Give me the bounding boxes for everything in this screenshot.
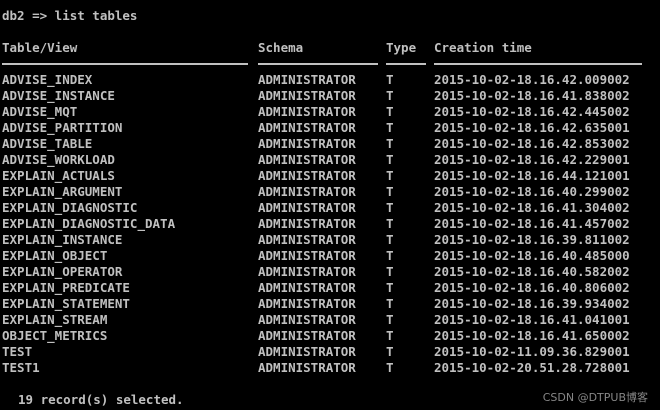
row-name: ADVISE_INDEX: [2, 72, 93, 87]
row-time: 2015-10-02-18.16.41.650002: [434, 328, 630, 343]
row-time: 2015-10-02-18.16.40.806002: [434, 280, 630, 295]
row-type: T: [386, 328, 394, 343]
row-name: EXPLAIN_PREDICATE: [2, 280, 130, 295]
row-schema: ADMINISTRATOR: [258, 328, 356, 343]
row-type: T: [386, 360, 394, 375]
row-name: ADVISE_TABLE: [2, 136, 93, 151]
row-time: 2015-10-02-11.09.36.829001: [434, 344, 630, 359]
header-schema: Schema: [258, 40, 304, 55]
row-time: 2015-10-02-18.16.40.582002: [434, 264, 630, 279]
row-name: EXPLAIN_DIAGNOSTIC: [2, 200, 138, 215]
row-schema: ADMINISTRATOR: [258, 232, 356, 247]
row-name: EXPLAIN_STATEMENT: [2, 296, 130, 311]
row-name: EXPLAIN_ACTUALS: [2, 168, 115, 183]
row-type: T: [386, 312, 394, 327]
row-name: TEST1: [2, 360, 40, 375]
row-type: T: [386, 248, 394, 263]
row-schema: ADMINISTRATOR: [258, 264, 356, 279]
row-type: T: [386, 216, 394, 231]
command-prompt: db2 => list tables: [2, 8, 138, 23]
header-creation-time: Creation time: [434, 40, 532, 55]
row-type: T: [386, 264, 394, 279]
row-name: EXPLAIN_STREAM: [2, 312, 108, 327]
row-type: T: [386, 184, 394, 199]
row-schema: ADMINISTRATOR: [258, 136, 356, 151]
row-time: 2015-10-02-18.16.41.457002: [434, 216, 630, 231]
row-time: 2015-10-02-18.16.39.811002: [434, 232, 630, 247]
separator-type: [386, 63, 426, 65]
row-name: ADVISE_WORKLOAD: [2, 152, 115, 167]
row-type: T: [386, 120, 394, 135]
row-time: 2015-10-02-18.16.42.009002: [434, 72, 630, 87]
row-type: T: [386, 296, 394, 311]
row-schema: ADMINISTRATOR: [258, 184, 356, 199]
row-time: 2015-10-02-18.16.41.304002: [434, 200, 630, 215]
row-time: 2015-10-02-18.16.42.229001: [434, 152, 630, 167]
row-name: EXPLAIN_INSTANCE: [2, 232, 123, 247]
row-type: T: [386, 104, 394, 119]
row-type: T: [386, 344, 394, 359]
row-schema: ADMINISTRATOR: [258, 72, 356, 87]
row-schema: ADMINISTRATOR: [258, 360, 356, 375]
row-type: T: [386, 280, 394, 295]
row-time: 2015-10-02-18.16.40.299002: [434, 184, 630, 199]
row-time: 2015-10-02-18.16.42.853002: [434, 136, 630, 151]
row-schema: ADMINISTRATOR: [258, 296, 356, 311]
row-time: 2015-10-02-18.16.42.635001: [434, 120, 630, 135]
header-table-view: Table/View: [2, 40, 78, 55]
row-name: EXPLAIN_OPERATOR: [2, 264, 123, 279]
separator-name: [2, 63, 248, 65]
row-schema: ADMINISTRATOR: [258, 168, 356, 183]
row-time: 2015-10-02-18.16.40.485000: [434, 248, 630, 263]
row-schema: ADMINISTRATOR: [258, 312, 356, 327]
row-time: 2015-10-02-18.16.39.934002: [434, 296, 630, 311]
row-type: T: [386, 200, 394, 215]
row-time: 2015-10-02-20.51.28.728001: [434, 360, 630, 375]
row-schema: ADMINISTRATOR: [258, 152, 356, 167]
row-name: TEST: [2, 344, 33, 359]
row-name: ADVISE_INSTANCE: [2, 88, 115, 103]
row-name: EXPLAIN_OBJECT: [2, 248, 108, 263]
row-schema: ADMINISTRATOR: [258, 120, 356, 135]
row-time: 2015-10-02-18.16.42.445002: [434, 104, 630, 119]
row-name: OBJECT_METRICS: [2, 328, 108, 343]
row-name: ADVISE_MQT: [2, 104, 78, 119]
row-type: T: [386, 232, 394, 247]
row-schema: ADMINISTRATOR: [258, 344, 356, 359]
separator-time: [434, 63, 642, 65]
row-time: 2015-10-02-18.16.41.838002: [434, 88, 630, 103]
row-schema: ADMINISTRATOR: [258, 104, 356, 119]
row-schema: ADMINISTRATOR: [258, 88, 356, 103]
row-type: T: [386, 152, 394, 167]
terminal-window[interactable]: db2 => list tables Table/View Schema Typ…: [0, 0, 660, 410]
row-name: EXPLAIN_DIAGNOSTIC_DATA: [2, 216, 176, 231]
row-type: T: [386, 72, 394, 87]
row-schema: ADMINISTRATOR: [258, 216, 356, 231]
row-schema: ADMINISTRATOR: [258, 280, 356, 295]
header-type: Type: [386, 40, 417, 55]
separator-schema: [258, 63, 378, 65]
header-separator: [2, 56, 642, 72]
watermark-text: CSDN @DTPUB博客: [542, 391, 648, 404]
row-type: T: [386, 136, 394, 151]
row-time: 2015-10-02-18.16.41.041001: [434, 312, 630, 327]
row-type: T: [386, 168, 394, 183]
row-schema: ADMINISTRATOR: [258, 248, 356, 263]
records-selected-message: 19 record(s) selected.: [18, 392, 184, 407]
row-type: T: [386, 88, 394, 103]
row-name: ADVISE_PARTITION: [2, 120, 123, 135]
row-schema: ADMINISTRATOR: [258, 200, 356, 215]
table-header: Table/View Schema Type Creation time: [2, 40, 532, 56]
row-time: 2015-10-02-18.16.44.121001: [434, 168, 630, 183]
row-name: EXPLAIN_ARGUMENT: [2, 184, 123, 199]
